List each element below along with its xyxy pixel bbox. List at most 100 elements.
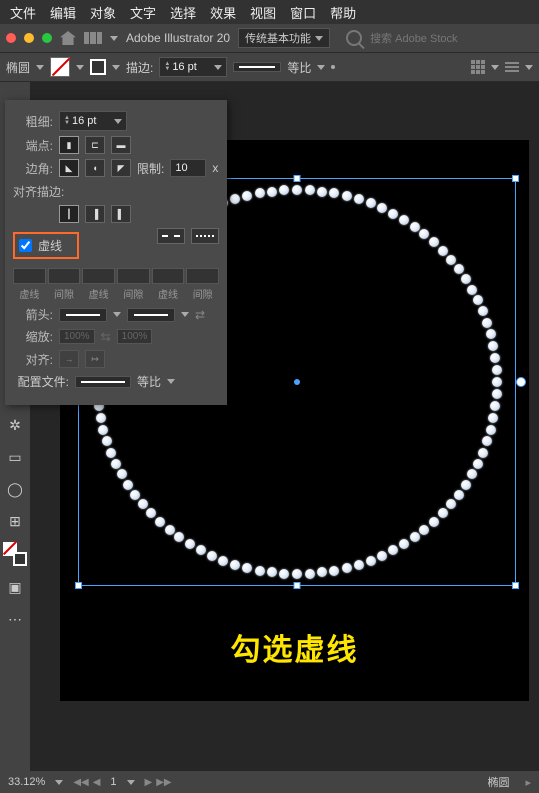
- chevron-down-icon[interactable]: [127, 780, 135, 785]
- transform-panel-icon[interactable]: [505, 62, 519, 72]
- gap-1-input[interactable]: [48, 268, 81, 284]
- stroke-weight-input[interactable]: [172, 61, 212, 73]
- menu-type[interactable]: 文字: [130, 3, 156, 22]
- chevron-down-icon[interactable]: [76, 65, 84, 70]
- align-grid-icon[interactable]: [471, 60, 485, 74]
- title-bar: Adobe Illustrator 20 传统基本功能 搜索 Adobe Sto…: [0, 24, 539, 52]
- chevron-down-icon[interactable]: [113, 312, 121, 317]
- cap-projecting-button[interactable]: ▬: [111, 136, 131, 154]
- pearl-bead: [486, 425, 496, 435]
- pearl-bead: [218, 556, 228, 566]
- status-chevron-icon[interactable]: ▸: [525, 776, 531, 789]
- chevron-down-icon[interactable]: [110, 36, 118, 41]
- tool-zoom[interactable]: ◯: [4, 478, 26, 500]
- join-miter-button[interactable]: ◣: [59, 159, 79, 177]
- chevron-down-icon[interactable]: [112, 65, 120, 70]
- stepper-arrows-icon[interactable]: ▲▼: [164, 62, 170, 72]
- pearl-bead: [410, 222, 420, 232]
- miter-limit-input-wrap[interactable]: [170, 159, 206, 177]
- chevron-down-icon[interactable]: [114, 119, 122, 124]
- dash-mode-align[interactable]: [191, 228, 219, 244]
- align-stroke-inside[interactable]: ▐: [85, 205, 105, 223]
- stroke-swatch[interactable]: [90, 59, 106, 75]
- menu-select[interactable]: 选择: [170, 3, 196, 22]
- pearl-bead: [429, 517, 439, 527]
- opacity-dot-icon[interactable]: [331, 65, 335, 69]
- status-bar: 33.12% ◀◀◀ 1 ▶▶▶ 椭圆 ▸: [0, 771, 539, 793]
- pearl-bead: [305, 185, 315, 195]
- handle-top-right[interactable]: [512, 175, 519, 182]
- tool-more[interactable]: ⋯: [4, 608, 26, 630]
- gap-2-label: 间隙: [123, 286, 143, 301]
- artboard-nav-fwd[interactable]: ▶▶▶: [145, 777, 172, 788]
- search-icon[interactable]: [346, 30, 362, 46]
- tool-symbol-sprayer[interactable]: ✲: [4, 414, 26, 436]
- menu-file[interactable]: 文件: [10, 3, 36, 22]
- artboard-index[interactable]: 1: [110, 776, 116, 788]
- dash-3-input[interactable]: [152, 268, 185, 284]
- pearl-bead: [410, 532, 420, 542]
- artboard-nav[interactable]: ◀◀◀: [73, 777, 100, 788]
- chevron-down-icon[interactable]: [181, 312, 189, 317]
- join-bevel-button[interactable]: ◤: [111, 159, 131, 177]
- window-close-button[interactable]: [6, 33, 16, 43]
- stepper-arrows-icon[interactable]: ▲▼: [64, 116, 70, 126]
- dash-1-input[interactable]: [13, 268, 46, 284]
- chevron-down-icon[interactable]: [525, 65, 533, 70]
- handle-top-mid[interactable]: [294, 175, 301, 182]
- pearl-bead: [478, 306, 488, 316]
- gap-2-input[interactable]: [117, 268, 150, 284]
- chevron-down-icon[interactable]: [317, 65, 325, 70]
- zoom-level[interactable]: 33.12%: [8, 776, 45, 788]
- align-stroke-center[interactable]: ┃: [59, 205, 79, 223]
- workspace-selector[interactable]: 传统基本功能: [238, 28, 330, 48]
- pearl-bead: [342, 191, 352, 201]
- handle-right-mid[interactable]: [516, 377, 526, 387]
- window-zoom-button[interactable]: [42, 33, 52, 43]
- menu-edit[interactable]: 编辑: [50, 3, 76, 22]
- pearl-bead: [329, 566, 339, 576]
- tool-artboard[interactable]: ▭: [4, 446, 26, 468]
- cap-butt-button[interactable]: ▮: [59, 136, 79, 154]
- search-placeholder[interactable]: 搜索 Adobe Stock: [370, 30, 457, 46]
- dashed-line-checkbox[interactable]: [19, 239, 32, 252]
- chevron-down-icon[interactable]: [491, 65, 499, 70]
- handle-bottom-left[interactable]: [75, 582, 82, 589]
- join-round-button[interactable]: ◖: [85, 159, 105, 177]
- pearl-bead: [473, 459, 483, 469]
- dash-2-input[interactable]: [82, 268, 115, 284]
- chevron-down-icon[interactable]: [36, 65, 44, 70]
- tool-screen-mode[interactable]: ▣: [4, 576, 26, 598]
- menu-help[interactable]: 帮助: [330, 3, 356, 22]
- handle-bottom-right[interactable]: [512, 582, 519, 589]
- fill-stroke-indicator[interactable]: [3, 542, 27, 566]
- panel-weight-input[interactable]: [72, 115, 112, 127]
- arrowhead-end-select[interactable]: [127, 308, 175, 322]
- home-icon[interactable]: [60, 31, 76, 45]
- menu-view[interactable]: 视图: [250, 3, 276, 22]
- window-minimize-button[interactable]: [24, 33, 34, 43]
- menu-window[interactable]: 窗口: [290, 3, 316, 22]
- chevron-down-icon[interactable]: [55, 780, 63, 785]
- handle-bottom-mid[interactable]: [294, 582, 301, 589]
- dashed-line-checkbox-wrap[interactable]: 虚线: [13, 232, 79, 259]
- stroke-style-preview[interactable]: [233, 62, 281, 72]
- chevron-down-icon[interactable]: [167, 379, 175, 384]
- tool-hand[interactable]: ⊞: [4, 510, 26, 532]
- panel-weight-stepper[interactable]: ▲▼: [59, 111, 127, 131]
- arrange-docs-icon[interactable]: [84, 32, 102, 44]
- dash-mode-preserve[interactable]: [157, 228, 185, 244]
- arrowhead-start-select[interactable]: [59, 308, 107, 322]
- miter-limit-input[interactable]: [175, 162, 201, 174]
- stroke-weight-stepper[interactable]: ▲▼: [159, 57, 227, 77]
- menu-object[interactable]: 对象: [90, 3, 116, 22]
- fill-swatch-none[interactable]: [50, 57, 70, 77]
- profile-select[interactable]: [75, 376, 131, 388]
- swap-arrows-icon[interactable]: ⇄: [195, 308, 205, 322]
- align-stroke-outside[interactable]: ▌: [111, 205, 131, 223]
- gap-3-input[interactable]: [186, 268, 219, 284]
- cap-round-button[interactable]: ⊏: [85, 136, 105, 154]
- chevron-down-icon[interactable]: [214, 65, 222, 70]
- pearl-bead: [117, 469, 127, 479]
- menu-effect[interactable]: 效果: [210, 3, 236, 22]
